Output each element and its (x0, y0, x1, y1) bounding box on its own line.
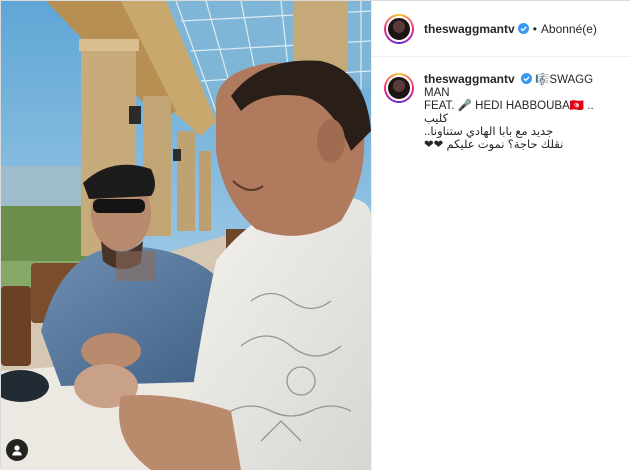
user-tag-icon (12, 445, 22, 456)
caption-author-avatar-image (386, 75, 412, 101)
author-avatar[interactable] (384, 13, 414, 44)
post-side-panel: theswaggmantv • Abonné(e) theswaggmantv (371, 1, 630, 470)
caption-verified-badge-icon (520, 73, 532, 84)
post-photo-illustration (1, 1, 371, 470)
verified-badge-icon (517, 23, 529, 34)
follow-state-button[interactable]: Abonné(e) (541, 22, 597, 36)
caption-author-username[interactable]: theswaggmantv (424, 72, 515, 86)
author-avatar-image (386, 15, 412, 42)
caption-author-avatar[interactable] (384, 73, 414, 103)
user-tag-button[interactable] (6, 439, 28, 461)
author-username[interactable]: theswaggmantv (424, 22, 515, 36)
caption-comment: theswaggmantv 🎼SWAGG MAN FEAT. 🎤 HEDI HA… (372, 57, 630, 152)
post-photo[interactable] (1, 1, 371, 470)
caption-line-2: FEAT. 🎤 HEDI HABBOUBA🇹🇳 .. كليب (424, 100, 594, 125)
caption-text: theswaggmantv 🎼SWAGG MAN FEAT. 🎤 HEDI HA… (424, 73, 618, 152)
caption-line-4: نقلك حاجة؟ نموت عليكم ❤❤ (424, 139, 564, 151)
header-separator: • (532, 21, 537, 36)
post-header: theswaggmantv • Abonné(e) (372, 1, 630, 57)
instagram-post-modal: theswaggmantv • Abonné(e) theswaggmantv (0, 0, 630, 470)
caption-line-3: جديد مع بابا الهادي ستناونا.. (424, 126, 554, 138)
